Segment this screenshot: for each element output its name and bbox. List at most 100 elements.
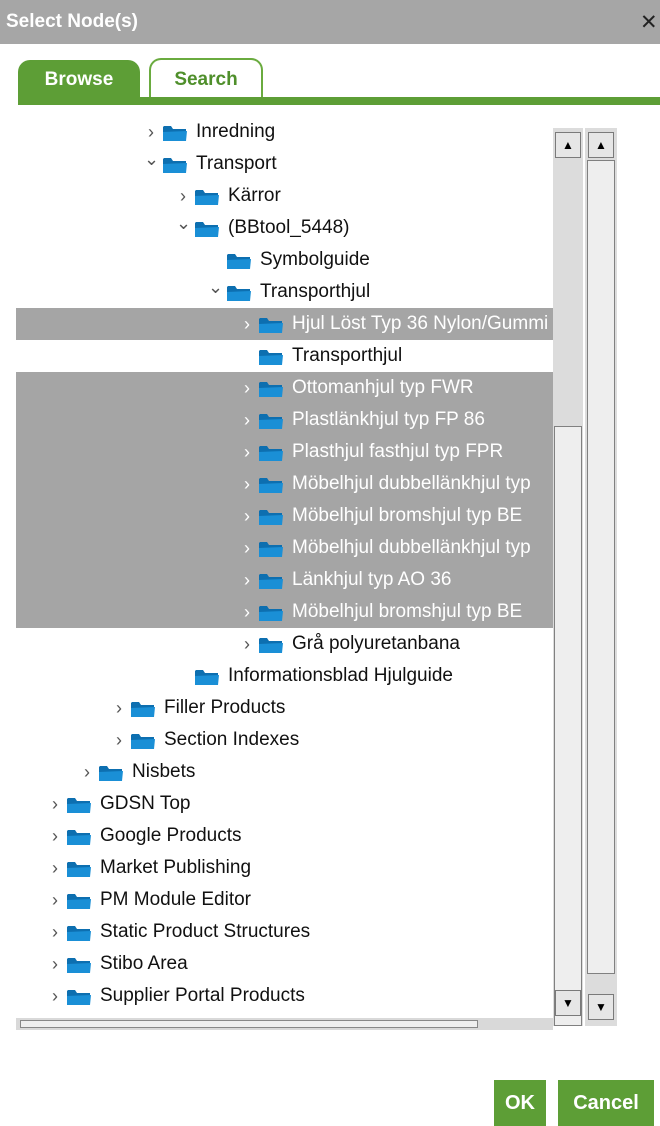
folder-icon xyxy=(163,158,187,173)
tree-node[interactable]: › Plastlänkhjul typ FP 86 xyxy=(16,404,556,436)
chevron-right-icon[interactable]: › xyxy=(80,761,94,783)
tree-node[interactable]: ⌄ Transport xyxy=(16,148,556,180)
folder-icon xyxy=(259,318,283,333)
tree-node[interactable]: › Inredning xyxy=(16,116,556,148)
chevron-right-icon[interactable]: › xyxy=(240,409,254,431)
tree-node[interactable]: › Ottomanhjul typ FWR xyxy=(16,372,556,404)
folder-icon xyxy=(131,734,155,749)
chevron-right-icon[interactable]: › xyxy=(240,377,254,399)
folder-icon xyxy=(163,126,187,141)
chevron-right-icon[interactable]: › xyxy=(112,697,126,719)
scroll-up-icon[interactable]: ▲ xyxy=(555,132,581,158)
chevron-right-icon[interactable]: › xyxy=(112,729,126,751)
tree-node-label: Symbolguide xyxy=(260,249,370,270)
tree-node[interactable]: › Section Indexes xyxy=(16,724,556,756)
folder-icon xyxy=(259,542,283,557)
cancel-button[interactable]: Cancel xyxy=(558,1080,654,1126)
tree-node[interactable]: › Kärror xyxy=(16,180,556,212)
tree-node[interactable]: › Plasthjul fasthjul typ FPR xyxy=(16,436,556,468)
tab-bar: Browse Search xyxy=(0,44,660,108)
chevron-down-icon[interactable]: ⌄ xyxy=(176,212,191,234)
chevron-right-icon[interactable]: › xyxy=(144,121,158,143)
tree-node-label: Kärror xyxy=(228,185,281,206)
tree-node-label: GDSN Top xyxy=(100,793,191,814)
chevron-down-icon[interactable]: ⌄ xyxy=(208,276,223,298)
folder-icon xyxy=(67,894,91,909)
folder-icon xyxy=(195,670,219,685)
chevron-right-icon[interactable]: › xyxy=(48,793,62,815)
tree-scrollbar-thumb[interactable] xyxy=(554,426,582,1026)
tree-vertical-scrollbar[interactable]: ▲ ▼ xyxy=(553,128,583,1026)
folder-icon xyxy=(259,478,283,493)
chevron-right-icon[interactable]: › xyxy=(240,505,254,527)
chevron-down-icon[interactable]: ⌄ xyxy=(144,148,159,170)
tree-node[interactable]: › Länkhjul typ AO 36 xyxy=(16,564,556,596)
folder-icon xyxy=(67,990,91,1005)
chevron-right-icon[interactable]: › xyxy=(240,473,254,495)
tree-node[interactable]: › Möbelhjul dubbellänkhjul typ xyxy=(16,468,556,500)
chevron-right-icon[interactable]: › xyxy=(240,313,254,335)
tree-node[interactable]: › Möbelhjul bromshjul typ BE xyxy=(16,596,556,628)
chevron-right-icon[interactable]: › xyxy=(48,889,62,911)
dialog-vertical-scrollbar[interactable]: ▲ ▼ xyxy=(585,128,617,1026)
chevron-right-icon[interactable]: › xyxy=(240,441,254,463)
chevron-right-icon[interactable]: › xyxy=(48,825,62,847)
tree-node-label: Möbelhjul dubbellänkhjul typ xyxy=(292,537,531,558)
tree-node[interactable]: › GDSN Top xyxy=(16,788,556,820)
folder-icon xyxy=(67,958,91,973)
tree-node-label: Länkhjul typ AO 36 xyxy=(292,569,452,590)
chevron-right-icon[interactable]: › xyxy=(240,633,254,655)
tree-node[interactable]: › Google Products xyxy=(16,820,556,852)
tree-node-label: Supplier Portal Products xyxy=(100,985,305,1006)
chevron-right-icon[interactable]: › xyxy=(48,921,62,943)
chevron-right-icon[interactable]: › xyxy=(240,601,254,623)
tree-node[interactable]: › Market Publishing xyxy=(16,852,556,884)
tree-node[interactable]: Transporthjul xyxy=(16,340,556,372)
dialog-scroll-down-icon[interactable]: ▼ xyxy=(588,994,614,1020)
dialog-scroll-up-icon[interactable]: ▲ xyxy=(588,132,614,158)
folder-icon xyxy=(195,190,219,205)
folder-icon xyxy=(67,862,91,877)
tree-node[interactable]: › Supplier Portal Products xyxy=(16,980,556,1012)
chevron-right-icon[interactable]: › xyxy=(48,857,62,879)
tree-node-label: Google Products xyxy=(100,825,242,846)
tree-node[interactable]: › Static Product Structures xyxy=(16,916,556,948)
tree-node[interactable]: › Stibo Area xyxy=(16,948,556,980)
tree-node[interactable]: ⌄ Transporthjul xyxy=(16,276,556,308)
folder-icon xyxy=(67,798,91,813)
tree-node[interactable]: Informationsblad Hjulguide xyxy=(16,660,556,692)
tree-node[interactable]: › Filler Products xyxy=(16,692,556,724)
chevron-right-icon[interactable]: › xyxy=(176,185,190,207)
tab-underline xyxy=(18,97,660,105)
horizontal-scrollbar-thumb[interactable] xyxy=(20,1020,478,1028)
tree-node[interactable]: › Grå polyuretanbana xyxy=(16,628,556,660)
tab-browse[interactable]: Browse xyxy=(18,60,140,98)
chevron-right-icon[interactable]: › xyxy=(240,537,254,559)
close-icon[interactable]: ✕ xyxy=(640,12,660,33)
dialog-scrollbar-thumb[interactable] xyxy=(587,160,615,974)
tree-node-label: Möbelhjul bromshjul typ BE xyxy=(292,505,523,526)
tree-node[interactable]: ⌄ (BBtool_5448) xyxy=(16,212,556,244)
node-tree: › Inredning ⌄ Transport › Kärror ⌄ (BBtool_5448… xyxy=(16,112,556,1030)
tree-node-label: Plastlänkhjul typ FP 86 xyxy=(292,409,485,430)
tree-node[interactable]: › Möbelhjul bromshjul typ BE xyxy=(16,500,556,532)
chevron-right-icon[interactable]: › xyxy=(48,953,62,975)
tree-node-label: Inredning xyxy=(196,121,276,142)
tree-node-label: (BBtool_5448) xyxy=(228,217,350,238)
tree-node[interactable]: › Hjul Löst Typ 36 Nylon/Gummi xyxy=(16,308,556,340)
scroll-down-icon[interactable]: ▼ xyxy=(555,990,581,1016)
tree-node-label: Nisbets xyxy=(132,761,196,782)
tree-node[interactable]: › Nisbets xyxy=(16,756,556,788)
chevron-right-icon[interactable]: › xyxy=(48,985,62,1007)
chevron-right-icon[interactable]: › xyxy=(240,569,254,591)
ok-button[interactable]: OK xyxy=(494,1080,546,1126)
folder-icon xyxy=(227,286,251,301)
tree-node-label: Plasthjul fasthjul typ FPR xyxy=(292,441,504,462)
tree-node-label: Informationsblad Hjulguide xyxy=(228,665,453,686)
tree-node[interactable]: Symbolguide xyxy=(16,244,556,276)
tree-horizontal-scrollbar[interactable] xyxy=(16,1018,553,1030)
tree-node[interactable]: › Möbelhjul dubbellänkhjul typ xyxy=(16,532,556,564)
tab-search[interactable]: Search xyxy=(149,58,263,98)
tree-node[interactable]: › PM Module Editor xyxy=(16,884,556,916)
tree-node-label: Transporthjul xyxy=(292,345,403,366)
